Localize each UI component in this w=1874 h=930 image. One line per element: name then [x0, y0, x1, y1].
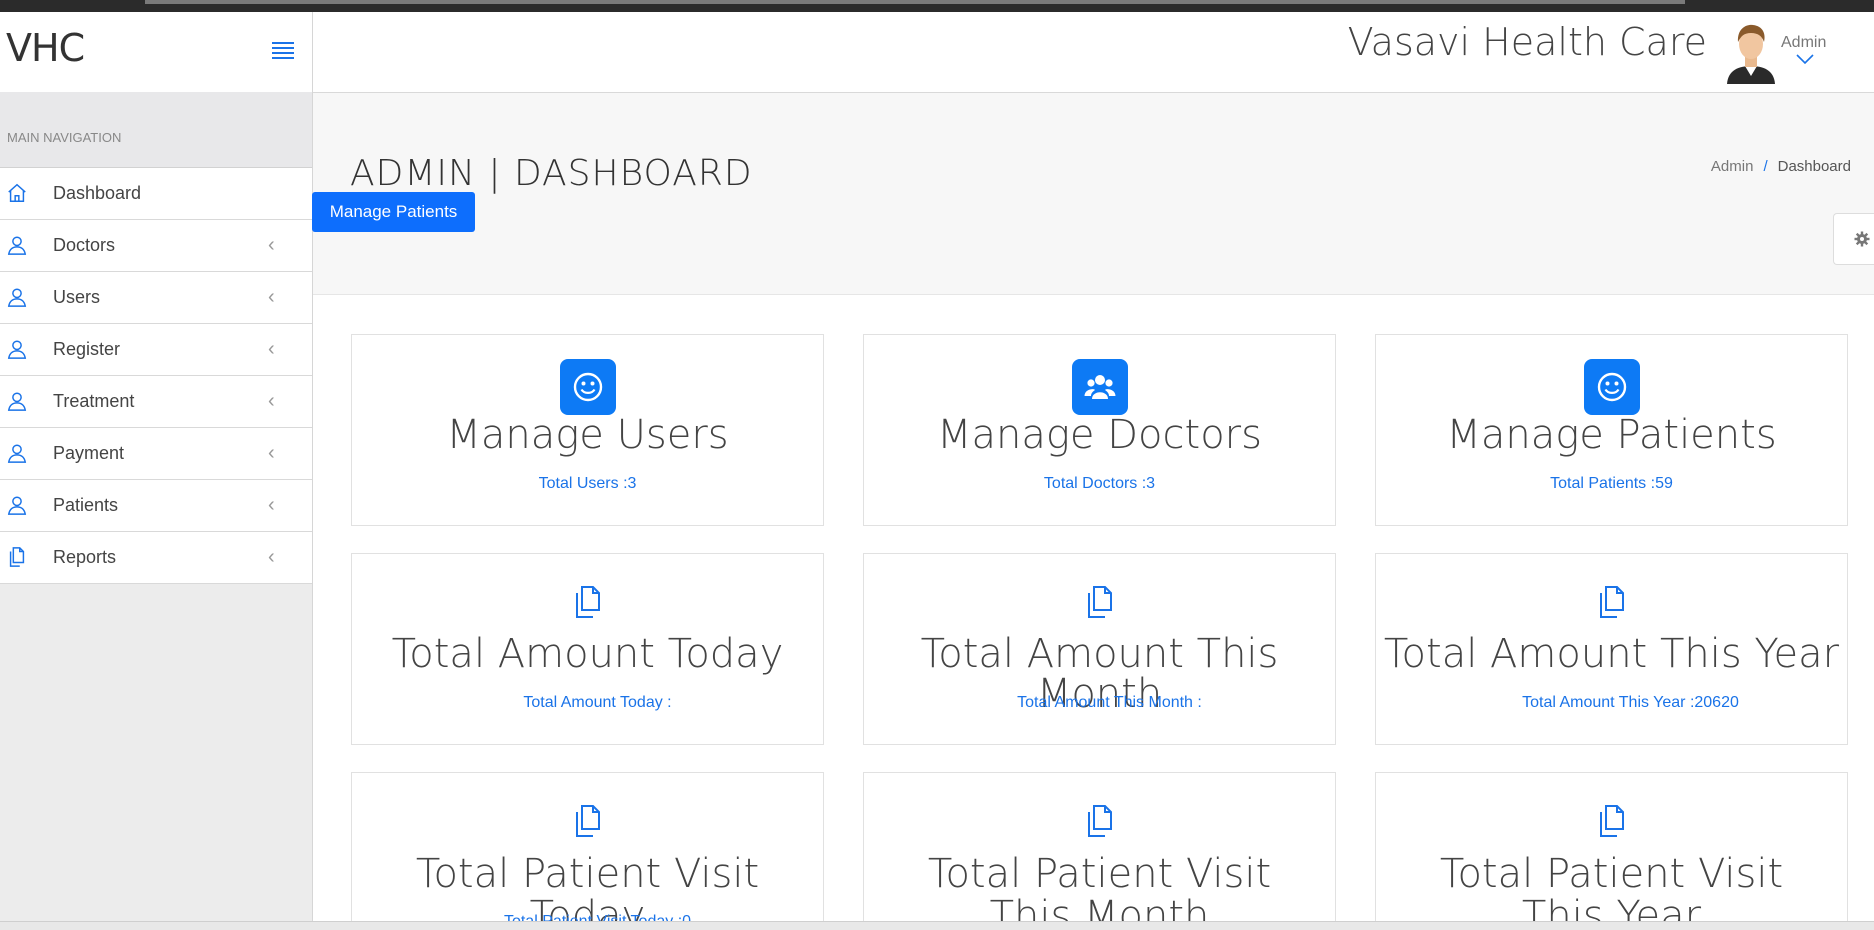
chevron-left-icon: ‹	[268, 494, 275, 516]
sidebar-item-payment[interactable]: Payment ‹	[0, 428, 312, 480]
brand-logo[interactable]: VHC	[6, 26, 85, 70]
sidebar-item-treatment[interactable]: Treatment ‹	[0, 376, 312, 428]
card-patient-visit-today[interactable]: Total Patient Visit Today Total Patient …	[351, 772, 824, 922]
nav-caption: MAIN NAVIGATION	[0, 92, 312, 168]
card-subtitle[interactable]: Total Users :3	[352, 475, 823, 493]
files-icon	[575, 805, 600, 837]
card-subtitle[interactable]: Total Amount This Month :	[884, 694, 1335, 712]
user-name[interactable]: Admin	[1781, 34, 1826, 52]
nav-list: Dashboard Doctors ‹ Users ‹ Register ‹ T…	[0, 168, 312, 584]
sidebar-item-users[interactable]: Users ‹	[0, 272, 312, 324]
chevron-left-icon: ‹	[268, 390, 275, 412]
sidebar-item-label: Register	[53, 339, 121, 359]
chevron-down-icon[interactable]	[1795, 52, 1815, 66]
user-icon	[7, 236, 27, 255]
card-patient-visit-month[interactable]: Total Patient Visit This Month	[863, 772, 1336, 922]
card-subtitle[interactable]: Total Amount Today :	[372, 694, 823, 712]
card-patient-visit-year[interactable]: Total Patient Visit This Year	[1375, 772, 1848, 922]
chevron-left-icon: ‹	[268, 546, 275, 568]
smile-icon	[559, 359, 616, 415]
gear-icon	[1854, 231, 1870, 247]
sidebar-item-label: Doctors	[53, 235, 116, 255]
card-subtitle[interactable]: Total Doctors :3	[864, 475, 1335, 493]
card-manage-users[interactable]: Manage Users Total Users :3	[351, 334, 824, 526]
files-icon	[1599, 586, 1624, 618]
chevron-left-icon: ‹	[268, 442, 275, 464]
files-icon	[1599, 805, 1624, 837]
page-title: ADMIN | DASHBOARD	[350, 153, 753, 194]
card-title: Manage Doctors	[937, 412, 1262, 458]
card-subtitle[interactable]: Total Patients :59	[1376, 475, 1847, 493]
card-title: Manage Users	[446, 412, 729, 458]
chevron-left-icon: ‹	[268, 234, 275, 256]
breadcrumb-separator: /	[1763, 158, 1768, 175]
card-title: Total Patient Visit This Month	[927, 851, 1272, 922]
menu-toggle-icon[interactable]	[272, 42, 294, 62]
page-head: ADMIN | DASHBOARD Admin / Dashboard Manage…	[312, 93, 1874, 295]
smile-icon	[1583, 359, 1640, 415]
breadcrumb-current: Dashboard	[1777, 158, 1851, 175]
files-icon	[575, 586, 600, 618]
sidebar-item-label: Users	[53, 287, 101, 307]
card-title: Total Amount Today	[391, 631, 784, 677]
breadcrumb: Admin / Dashboard	[1711, 158, 1851, 175]
settings-tab[interactable]	[1833, 213, 1874, 265]
users-icon	[1071, 359, 1128, 415]
sidebar-item-patients[interactable]: Patients ‹	[0, 480, 312, 532]
files-icon	[1087, 805, 1112, 837]
breadcrumb-admin[interactable]: Admin	[1711, 158, 1754, 175]
user-icon	[7, 392, 27, 411]
sidebar: VHC MAIN NAVIGATION Dashboard Doctors ‹ …	[0, 12, 313, 922]
user-icon	[7, 340, 27, 359]
user-icon	[7, 496, 27, 515]
card-title: Total Amount This Year	[1383, 631, 1840, 677]
card-manage-doctors[interactable]: Manage Doctors Total Doctors :3	[863, 334, 1336, 526]
card-total-amount-today[interactable]: Total Amount Today Total Amount Today :	[351, 553, 824, 745]
dashboard-cards: Manage Users Total Users :3 Manage Docto…	[313, 295, 1874, 922]
browser-top-bar	[0, 0, 1874, 12]
sidebar-item-label: Payment	[53, 443, 125, 463]
top-header: Vasavi Health Care Admin	[313, 12, 1874, 93]
card-total-amount-month[interactable]: Total Amount This Month Total Amount Thi…	[863, 553, 1336, 745]
card-title: Total Patient Visit This Year	[1439, 851, 1784, 922]
card-total-amount-year[interactable]: Total Amount This Year Total Amount This…	[1375, 553, 1848, 745]
card-title: Total Patient Visit Today	[415, 851, 760, 922]
brand-row: VHC	[0, 12, 312, 93]
nav-caption-label: MAIN NAVIGATION	[7, 130, 122, 145]
sidebar-item-label: Treatment	[53, 391, 135, 411]
sidebar-item-label: Dashboard	[53, 183, 142, 203]
home-icon	[8, 183, 26, 202]
card-manage-patients[interactable]: Manage Patients Total Patients :59	[1375, 334, 1848, 526]
sidebar-item-doctors[interactable]: Doctors ‹	[0, 220, 312, 272]
sidebar-item-label: Patients	[53, 495, 119, 515]
avatar[interactable]	[1725, 22, 1777, 84]
sidebar-item-register[interactable]: Register ‹	[0, 324, 312, 376]
manage-patients-button[interactable]: Manage Patients	[312, 192, 475, 232]
card-title: Manage Patients	[1446, 412, 1777, 458]
sidebar-item-dashboard[interactable]: Dashboard	[0, 168, 312, 220]
chevron-left-icon: ‹	[268, 286, 275, 308]
sidebar-item-label: Reports	[53, 547, 117, 567]
browser-bottom-bar	[0, 921, 1874, 930]
sidebar-item-reports[interactable]: Reports ‹	[0, 532, 312, 584]
user-icon	[7, 444, 27, 463]
card-subtitle[interactable]: Total Amount This Year :20620	[1414, 694, 1847, 712]
files-icon	[1087, 586, 1112, 618]
user-icon	[7, 288, 27, 307]
files-icon	[9, 547, 25, 567]
chevron-left-icon: ‹	[268, 338, 275, 360]
app-title: Vasavi Health Care	[1347, 20, 1707, 64]
